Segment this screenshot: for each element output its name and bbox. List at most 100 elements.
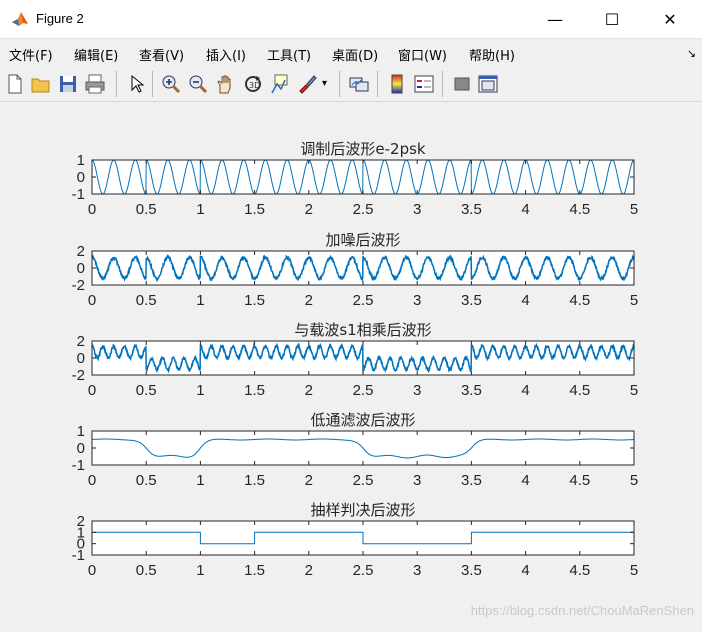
x-tick-label: 2.5 — [353, 562, 374, 579]
pointer-icon[interactable] — [125, 73, 147, 95]
dock-icon[interactable]: ↘ — [687, 47, 696, 60]
window-title: Figure 2 — [36, 11, 84, 26]
y-tick-label: -1 — [72, 547, 85, 564]
toolbar-separator — [339, 71, 340, 97]
x-tick-label: 5 — [630, 292, 638, 309]
subplot-5: 0 0.5 1 1.5 2 2.5 3 3.5 4 4.5 5210-1抽样判决后波形 — [72, 501, 639, 579]
x-tick-label: 4.5 — [569, 472, 590, 489]
x-tick-label: 1 — [196, 472, 204, 489]
x-tick-label: 3 — [413, 472, 421, 489]
x-tick-label: 0.5 — [136, 382, 157, 399]
menu-view[interactable]: 查看(V) — [139, 45, 184, 64]
x-tick-label: 3.5 — [461, 472, 482, 489]
zoom-out-icon[interactable] — [187, 73, 209, 95]
close-icon: ✕ — [663, 9, 677, 29]
open-file-icon[interactable] — [30, 73, 52, 95]
menu-file[interactable]: 文件(F) — [9, 45, 53, 64]
x-tick-label: 0.5 — [136, 562, 157, 579]
toolbar-separator — [152, 71, 153, 97]
x-tick-label: 1.5 — [244, 382, 265, 399]
close-button[interactable]: ✕ — [647, 0, 693, 38]
x-tick-label: 5 — [630, 472, 638, 489]
y-tick-label: -2 — [72, 367, 85, 384]
new-figure-icon[interactable] — [4, 73, 26, 95]
toolbar-separator — [377, 71, 378, 97]
zoom-in-icon[interactable] — [160, 73, 182, 95]
x-tick-label: 1 — [196, 382, 204, 399]
x-tick-label: 2.5 — [353, 382, 374, 399]
x-tick-label: 0 — [88, 201, 96, 218]
brush-icon[interactable] — [296, 73, 318, 95]
y-tick-label: 2 — [77, 243, 85, 260]
x-tick-label: 2 — [305, 472, 313, 489]
subplot-title: 调制后波形e-2psk — [300, 140, 426, 158]
subplot-4: 0 0.5 1 1.5 2 2.5 3 3.5 4 4.5 510-1低通滤波后波形 — [72, 411, 639, 489]
matlab-icon — [12, 12, 28, 26]
minimize-icon: — — [547, 9, 563, 29]
menu-insert[interactable]: 插入(I) — [206, 45, 246, 64]
data-cursor-icon[interactable] — [269, 73, 291, 95]
show-plot-tools-icon[interactable] — [477, 73, 499, 95]
hide-plot-tools-icon[interactable] — [451, 73, 473, 95]
menu-window[interactable]: 窗口(W) — [398, 45, 447, 64]
x-tick-label: 2.5 — [353, 201, 374, 218]
menu-edit[interactable]: 编辑(E) — [74, 45, 118, 64]
x-tick-label: 4 — [521, 201, 529, 218]
rotate-3d-icon[interactable]: 3D — [242, 73, 264, 95]
x-tick-label: 3 — [413, 292, 421, 309]
pan-icon[interactable] — [214, 73, 236, 95]
y-tick-label: 1 — [77, 423, 85, 440]
menu-desktop[interactable]: 桌面(D) — [332, 45, 378, 64]
minimize-button[interactable]: — — [532, 0, 578, 38]
subplot-3: 0 0.5 1 1.5 2 2.5 3 3.5 4 4.5 520-2与载波s1相乘后波形 — [72, 321, 639, 399]
subplot-2: 0 0.5 1 1.5 2 2.5 3 3.5 4 4.5 520-2加噪后波形 — [72, 231, 639, 309]
x-tick-label: 1.5 — [244, 292, 265, 309]
x-tick-label: 4.5 — [569, 562, 590, 579]
y-tick-label: -1 — [72, 457, 85, 474]
y-tick-label: 1 — [77, 152, 85, 169]
toolbar-separator — [442, 71, 443, 97]
x-tick-label: 1 — [196, 562, 204, 579]
x-tick-label: 3.5 — [461, 382, 482, 399]
x-tick-label: 1.5 — [244, 472, 265, 489]
x-tick-label: 4 — [521, 562, 529, 579]
x-tick-label: 5 — [630, 562, 638, 579]
x-tick-label: 0 — [88, 382, 96, 399]
y-tick-label: -1 — [72, 186, 85, 203]
x-tick-label: 0.5 — [136, 292, 157, 309]
x-tick-label: 1 — [196, 201, 204, 218]
menu-tools[interactable]: 工具(T) — [267, 45, 311, 64]
x-tick-label: 3 — [413, 201, 421, 218]
x-tick-label: 3.5 — [461, 201, 482, 218]
save-icon[interactable] — [57, 73, 79, 95]
x-tick-label: 4.5 — [569, 382, 590, 399]
x-tick-label: 4 — [521, 472, 529, 489]
print-icon[interactable] — [84, 73, 106, 95]
menu-bar: 文件(F) 编辑(E) 查看(V) 插入(I) 工具(T) 桌面(D) 窗口(W… — [0, 39, 702, 67]
x-tick-label: 3 — [413, 562, 421, 579]
x-tick-label: 1.5 — [244, 562, 265, 579]
toolbar: 3D ▾ — [0, 67, 702, 102]
watermark-text: https://blog.csdn.net/ChouMaRenShen — [470, 603, 694, 618]
x-tick-label: 3.5 — [461, 292, 482, 309]
colorbar-icon[interactable] — [386, 73, 408, 95]
legend-icon[interactable] — [413, 73, 435, 95]
x-tick-label: 2.5 — [353, 472, 374, 489]
y-tick-label: 0 — [77, 169, 85, 186]
maximize-button[interactable]: ☐ — [589, 0, 635, 38]
menu-help[interactable]: 帮助(H) — [469, 45, 515, 64]
x-tick-label: 3 — [413, 382, 421, 399]
y-tick-label: 0 — [77, 350, 85, 367]
x-tick-label: 2 — [305, 201, 313, 218]
x-tick-label: 1.5 — [244, 201, 265, 218]
x-tick-label: 0 — [88, 472, 96, 489]
chevron-down-icon[interactable]: ▾ — [322, 73, 334, 95]
maximize-icon: ☐ — [604, 9, 620, 29]
x-tick-label: 0 — [88, 292, 96, 309]
subplots-area: 0 0.5 1 1.5 2 2.5 3 3.5 4 4.5 510-1调制后波形e-2psk0 0.5… — [72, 140, 639, 579]
x-tick-label: 3.5 — [461, 562, 482, 579]
link-plot-icon[interactable] — [348, 73, 370, 95]
y-tick-label: 0 — [77, 440, 85, 457]
subplot-title: 加噪后波形 — [325, 231, 400, 249]
x-tick-label: 4.5 — [569, 201, 590, 218]
